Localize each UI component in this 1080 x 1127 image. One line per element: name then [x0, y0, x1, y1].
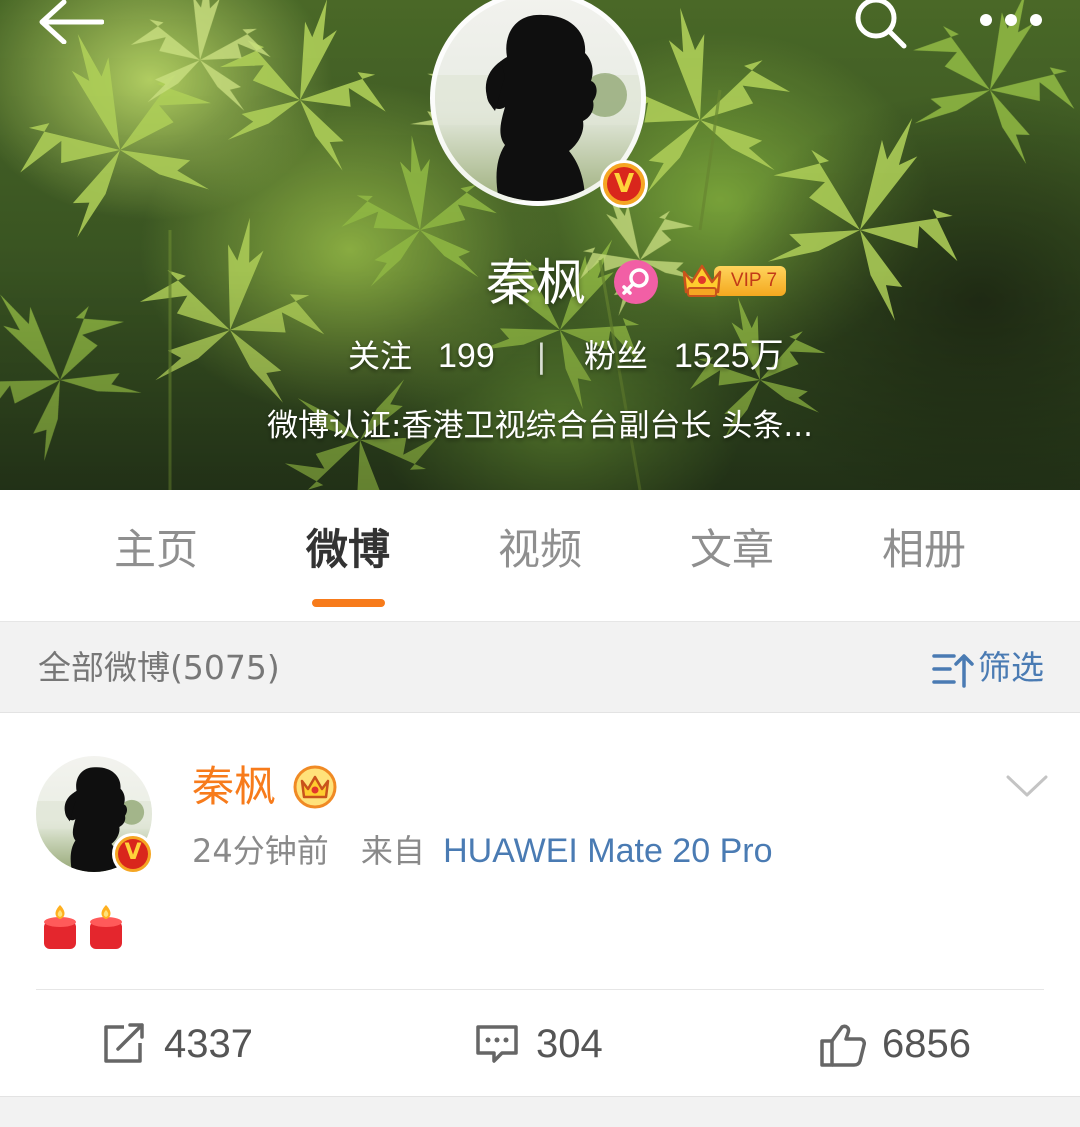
like-button[interactable]: 6856 — [820, 1013, 1020, 1075]
post-meta: 24分钟前 来自 HUAWEI Mate 20 Pro — [192, 827, 773, 875]
weibo-filter-bar: 全部微博(5075) 筛选 — [0, 622, 1080, 713]
vip-crown-icon — [682, 264, 722, 297]
comment-button[interactable]: 304 — [474, 1013, 674, 1075]
post-content-candle-emoji — [44, 905, 122, 949]
tab-album[interactable]: 相册 — [844, 520, 1004, 580]
tab-video[interactable]: 视频 — [460, 520, 620, 580]
thumbs-up-icon — [820, 1024, 866, 1067]
repost-button[interactable]: 4337 — [102, 1013, 302, 1075]
comment-icon — [476, 1025, 518, 1063]
post-timestamp: 24分钟前 — [192, 832, 329, 870]
tab-weibo[interactable]: 微博 — [268, 520, 428, 580]
vip-level-label: VIP 7 — [714, 266, 786, 296]
search-icon[interactable] — [850, 0, 910, 52]
post-divider — [36, 989, 1044, 990]
profile-tabs: 主页 微博 视频 文章 相册 — [0, 490, 1080, 622]
post-source-device-link[interactable]: HUAWEI Mate 20 Pro — [443, 832, 772, 870]
fans-count[interactable]: 1525万 — [674, 332, 784, 380]
vip-crown-icon — [293, 765, 337, 809]
all-weibo-count: 全部微博(5075) — [38, 648, 280, 687]
active-tab-indicator — [312, 599, 385, 607]
back-arrow-icon[interactable] — [38, 0, 104, 44]
post-source-prefix: 来自 — [360, 832, 425, 870]
like-count: 6856 — [882, 1022, 971, 1066]
candle-icon — [44, 905, 76, 949]
filter-button[interactable]: 筛选 — [932, 622, 1062, 713]
fans-label[interactable]: 粉丝 — [584, 332, 648, 380]
profile-stats: 关注 199 | 粉丝 1525万 — [0, 332, 1080, 380]
profile-cover: V 秦枫 VIP 7 关注 199 | 粉丝 1525万 微博认证:香港卫视综合… — [0, 0, 1080, 490]
more-icon[interactable] — [976, 10, 1046, 30]
weibo-post-card[interactable]: V 秦枫 24分钟前 来自 HUAWEI Mate 20 Pro 4337 30… — [0, 713, 1080, 1096]
female-gender-icon — [614, 260, 658, 304]
filter-label: 筛选 — [978, 648, 1044, 687]
tab-articles[interactable]: 文章 — [652, 520, 812, 580]
verified-badge-icon: V — [112, 833, 154, 875]
feed-separator — [0, 1096, 1080, 1127]
repost-icon — [104, 1023, 144, 1063]
stats-divider: | — [536, 337, 547, 375]
filter-sort-icon — [932, 654, 974, 688]
candle-icon — [90, 905, 122, 949]
profile-name: 秦枫 — [486, 254, 586, 312]
profile-name-row: 秦枫 VIP 7 — [0, 250, 1080, 320]
verified-badge-icon: V — [600, 160, 648, 208]
following-label[interactable]: 关注 — [348, 332, 412, 380]
post-author-name[interactable]: 秦枫 — [192, 757, 276, 817]
following-count[interactable]: 199 — [438, 332, 495, 380]
comment-count: 304 — [536, 1022, 603, 1066]
verification-description[interactable]: 微博认证:香港卫视综合台副台长 头条... — [0, 400, 1080, 445]
vip-level-badge[interactable]: VIP 7 — [680, 258, 788, 300]
repost-count: 4337 — [164, 1022, 253, 1066]
tab-home[interactable]: 主页 — [76, 520, 236, 580]
chevron-down-icon[interactable] — [1004, 771, 1050, 801]
